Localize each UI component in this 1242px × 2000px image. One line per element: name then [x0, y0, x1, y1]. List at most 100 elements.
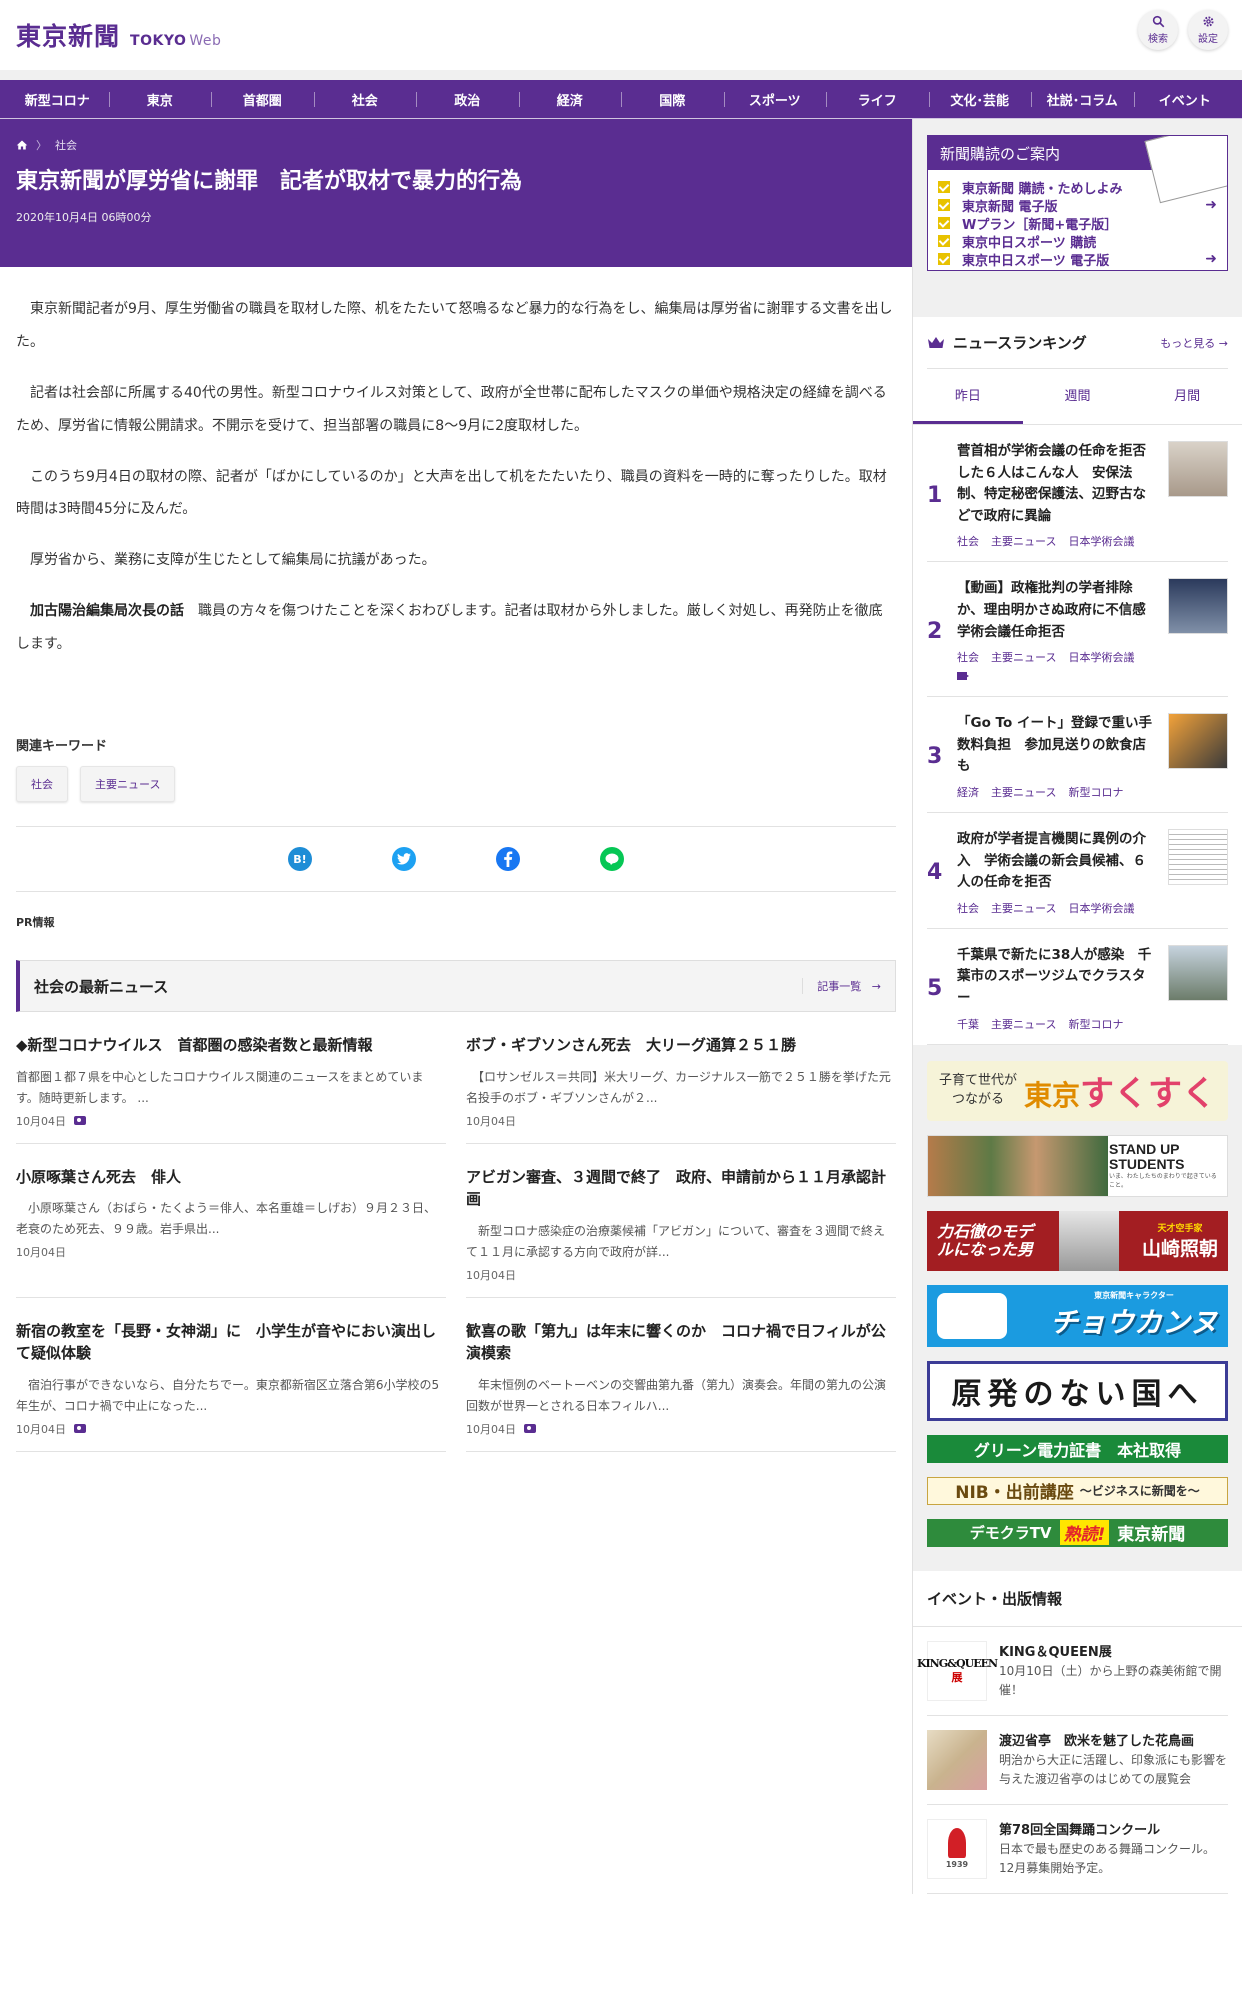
- ranking-tag[interactable]: 経済: [957, 784, 979, 800]
- site-logo[interactable]: 東京新聞 TOKYO Web: [16, 17, 221, 53]
- dancer-icon: [948, 1828, 966, 1858]
- events-section: イベント・出版情報 KING&QUEEN 展 KING＆QUEEN展 10月10…: [913, 1570, 1242, 1894]
- keyword-tag[interactable]: 主要ニュース: [80, 766, 176, 803]
- keyword-tag[interactable]: 社会: [16, 766, 68, 803]
- news-date: 10月04日: [16, 1114, 66, 1128]
- share-bar: B!: [16, 826, 896, 893]
- event-item[interactable]: 渡辺省亭 欧米を魅了した花鳥画 明治から大正に活躍し、印象派にも影響を与えた渡辺…: [927, 1716, 1228, 1805]
- settings-button[interactable]: 設定: [1188, 10, 1228, 50]
- chokanne-banner[interactable]: 東京新聞キャラクター チョウカンヌ: [927, 1284, 1228, 1347]
- article-body: 東京新聞記者が9月、厚生労働省の職員を取材した際、机をたたいて怒鳴るなど暴力的な…: [0, 267, 912, 689]
- ranking-tag[interactable]: 新型コロナ: [1068, 784, 1123, 800]
- portrait-photo: [1059, 1210, 1120, 1271]
- democra-tv-banner[interactable]: デモクラTV 熟読! 東京新聞: [927, 1518, 1228, 1547]
- ranking-tag[interactable]: 主要ニュース: [991, 784, 1056, 800]
- nav-item[interactable]: 首都圏: [211, 90, 314, 109]
- article-list-link[interactable]: 記事一覧 →: [802, 978, 881, 995]
- line-share-icon[interactable]: [600, 847, 624, 872]
- news-title: 歓喜の歌「第九」は年末に響くのか コロナ禍で日フィルが公演模索: [466, 1321, 886, 1363]
- check-icon: [938, 253, 950, 265]
- ranking-item[interactable]: 5 千葉県で新たに38人が感染 千葉市のスポーツジムでクラスター 千葉 主要ニュース新…: [927, 929, 1228, 1045]
- video-icon: [957, 672, 969, 681]
- nav-item[interactable]: イベント: [1133, 90, 1237, 109]
- event-item[interactable]: KING&QUEEN 展 KING＆QUEEN展 10月10日（土）から上野の森…: [917, 1627, 1228, 1716]
- ranking-thumbnail: [1168, 441, 1228, 497]
- ranking-item[interactable]: 4 政府が学者提言機関に異例の介入 学術会議の新会員候補、６人の任命を拒否 社会 主要…: [927, 813, 1228, 929]
- ranking-tag[interactable]: 日本学術会議: [1068, 533, 1134, 549]
- ranking-tag[interactable]: 主要ニュース: [991, 649, 1056, 665]
- tab-yesterday[interactable]: 昨日: [913, 369, 1023, 424]
- yamazaki-banner[interactable]: 力石徹のモデルになった男 天才空手家 山崎照朝: [927, 1210, 1228, 1271]
- ranking-thumbnail: [1168, 944, 1228, 1001]
- ranking-title: ニュースランキング: [953, 334, 1087, 352]
- news-date: 10月04日: [466, 1422, 516, 1436]
- camera-icon: [524, 1424, 536, 1434]
- site-header: 東京新聞 TOKYO Web 検索 設定: [0, 0, 1242, 70]
- login-arrow-icon: ➜: [1205, 251, 1217, 267]
- nav-item[interactable]: 国際: [621, 90, 724, 109]
- stand-up-students-banner[interactable]: STAND UP STUDENTS いま、わたしたちのまわりで起きていること。: [927, 1134, 1228, 1197]
- facebook-share-icon[interactable]: [496, 847, 520, 872]
- ranking-tag[interactable]: 日本学術会議: [1068, 900, 1134, 916]
- subscription-link[interactable]: Wプラン［新聞+電子版］: [938, 214, 1217, 233]
- news-card[interactable]: アビガン審査、３週間で終了 政府、申請前から１１月承認計画 新型コロナ感染症の治…: [466, 1166, 896, 1298]
- tab-monthly[interactable]: 月間: [1132, 369, 1242, 424]
- camera-icon: [74, 1424, 86, 1434]
- news-excerpt: 宿泊行事ができないなら、自分たちでー。東京都新宿区立落合第6小学校の5年生が、コ…: [16, 1377, 440, 1413]
- ranking-tag[interactable]: 社会: [957, 649, 979, 665]
- news-excerpt: 【ロサンゼルス＝共同】米大リーグ、カージナルス一筋で２５１勝を挙げた元名投手のボ…: [466, 1069, 891, 1105]
- search-button[interactable]: 検索: [1138, 10, 1178, 50]
- latest-news-title: 社会の最新ニュース: [34, 977, 169, 996]
- ranking-headline: 菅首相が学術会議の任命を拒否した６人はこんな人 安保法制、特定秘密保護法、辺野古…: [957, 443, 1146, 524]
- breadcrumb-category[interactable]: 社会: [55, 137, 77, 153]
- ranking-tag[interactable]: 新型コロナ: [1068, 1016, 1123, 1032]
- ranking-item[interactable]: 1 菅首相が学術会議の任命を拒否した６人はこんな人 安保法制、特定秘密保護法、辺野…: [927, 425, 1228, 563]
- ranking-tag[interactable]: 社会: [957, 900, 979, 916]
- green-power-banner[interactable]: グリーン電力証書 本社取得: [927, 1434, 1228, 1463]
- news-card[interactable]: 新宿の教室を「長野・女神湖」に 小学生が音やにおい演出して疑似体験 宿泊行事がで…: [16, 1320, 446, 1452]
- ranking-tag[interactable]: 社会: [957, 533, 979, 549]
- tab-weekly[interactable]: 週間: [1023, 369, 1133, 424]
- hatena-share-icon[interactable]: B!: [288, 847, 312, 872]
- no-nuclear-banner[interactable]: 原発のない国へ: [927, 1360, 1228, 1421]
- nav-item[interactable]: 社説･コラム: [1031, 90, 1134, 109]
- home-icon[interactable]: [16, 139, 28, 151]
- event-item[interactable]: 1939 第78回全国舞踊コンクール 日本で最も歴史のある舞踊コンクール。12月…: [927, 1805, 1228, 1894]
- article-paragraph: このうち9月4日の取材の際、記者が「ばかにしているのか」と大声を出して机をたたい…: [16, 468, 887, 518]
- rank-number: 1: [927, 482, 943, 508]
- login-arrow-icon: ➜: [1205, 197, 1217, 213]
- students-photo: [928, 1135, 1108, 1196]
- nav-item[interactable]: 政治: [416, 90, 519, 109]
- ranking-tag[interactable]: 主要ニュース: [991, 900, 1056, 916]
- news-excerpt: 首都圏１都７県を中心としたコロナウイルス関連のニュースをまとめています。随時更新…: [16, 1069, 424, 1105]
- nav-item[interactable]: 経済: [518, 90, 622, 109]
- ranking-thumbnail: [1168, 578, 1228, 635]
- ranking-more-link[interactable]: もっと見る →: [1160, 335, 1228, 351]
- news-card[interactable]: ボブ・ギブソンさん死去 大リーグ通算２５１勝 【ロサンゼルス＝共同】米大リーグ、…: [466, 1034, 896, 1144]
- keywords-title: 関連キーワード: [16, 739, 108, 755]
- news-card[interactable]: ◆新型コロナウイルス 首都圏の感染者数と最新情報 首都圏１都７県を中心としたコロナ…: [16, 1034, 446, 1144]
- news-card[interactable]: 歓喜の歌「第九」は年末に響くのか コロナ禍で日フィルが公演模索 年末恒例のベート…: [466, 1320, 896, 1452]
- subscription-link[interactable]: 東京中日スポーツ 購読: [938, 232, 1217, 251]
- nav-item[interactable]: スポーツ: [723, 90, 827, 109]
- ranking-item[interactable]: 2 【動画】政権批判の学者排除か、理由明かさぬ政府に不信感 学術会議任命拒否 社会主…: [927, 562, 1228, 698]
- twitter-share-icon[interactable]: [392, 847, 416, 872]
- ranking-tag[interactable]: 主要ニュース: [991, 533, 1056, 549]
- nav-item[interactable]: 東京: [108, 90, 212, 109]
- arrow-right-icon: →: [1218, 336, 1228, 350]
- events-title: イベント・出版情報: [913, 1571, 1242, 1627]
- subscription-link[interactable]: 東京中日スポーツ 電子版 ➜: [938, 250, 1217, 269]
- nib-banner[interactable]: NIB・出前講座 ～ビジネスに新聞を～: [927, 1476, 1228, 1505]
- global-nav: 新型コロナ 東京 首都圏 社会 政治 経済 国際 スポーツ ライフ 文化･芸能 社説･コラム イベント: [0, 80, 1242, 118]
- ranking-tag[interactable]: 千葉: [957, 1016, 979, 1032]
- sidebar: 新聞購読のご案内 東京新聞 購読・ためしよみ 東京新聞 電子版 ➜ Wプラン［新聞+電…: [912, 119, 1242, 1894]
- nav-item[interactable]: 社会: [313, 90, 417, 109]
- ranking-tag[interactable]: 日本学術会議: [1068, 649, 1134, 665]
- ranking-tag[interactable]: 主要ニュース: [991, 1016, 1056, 1032]
- nav-item[interactable]: 文化･芸能: [928, 90, 1032, 109]
- sukusuku-banner[interactable]: 子育て世代が つながる 東京すくすく: [927, 1060, 1228, 1121]
- nav-item[interactable]: 新型コロナ: [6, 90, 109, 109]
- ranking-item[interactable]: 3 「Go To イート」登録で重い手数料負担 参加見送りの飲食店も 経済 主要ニュー…: [927, 697, 1228, 813]
- nav-item[interactable]: ライフ: [826, 90, 929, 109]
- news-card[interactable]: 小原啄葉さん死去 俳人 小原啄葉さん（おばら・たくよう＝俳人、本名重雄＝しげお）…: [16, 1166, 446, 1298]
